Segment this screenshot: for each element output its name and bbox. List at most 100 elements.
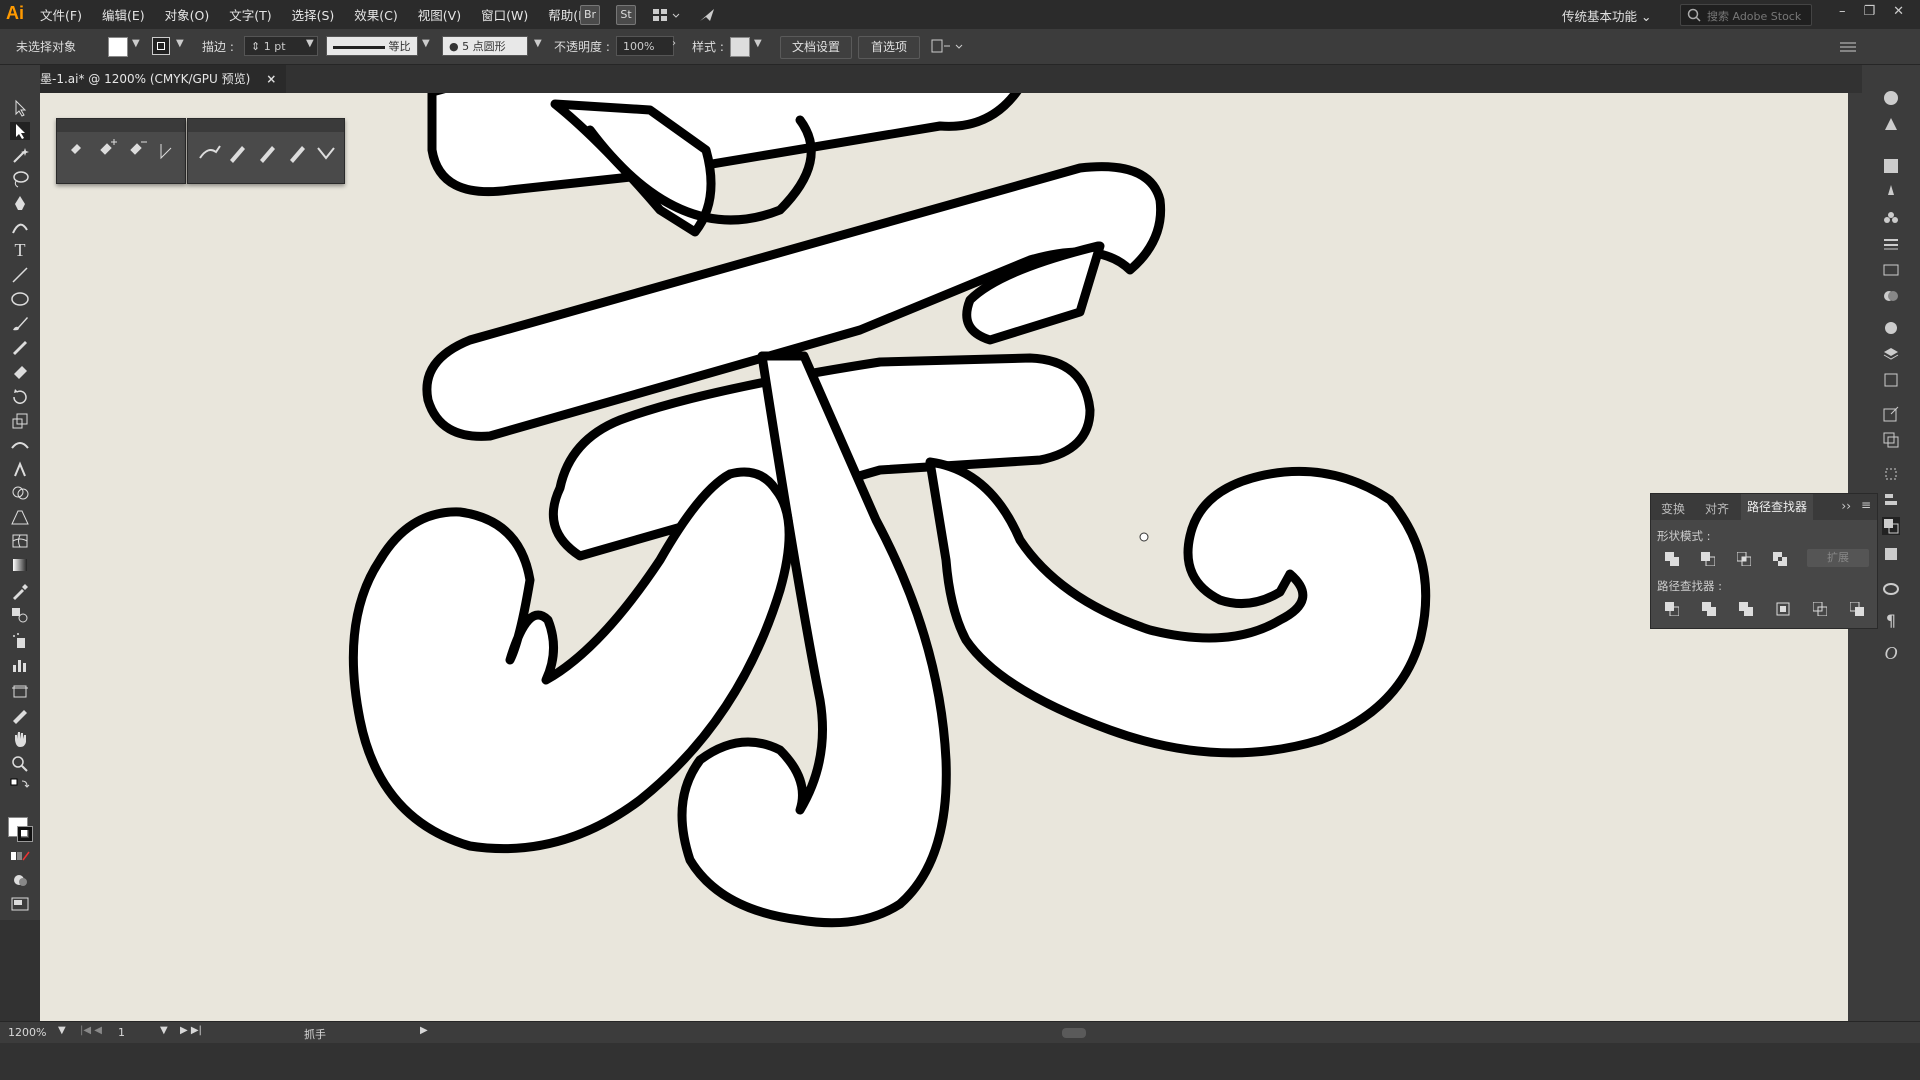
transform-icon[interactable]: [1882, 465, 1900, 483]
rotate-tool-icon[interactable]: [10, 388, 30, 406]
gradient-panel-icon[interactable]: [1882, 261, 1900, 279]
chevron-down-icon[interactable]: ▼: [306, 38, 314, 49]
symbol-sprayer-icon[interactable]: [10, 632, 30, 650]
links-icon[interactable]: [1882, 431, 1900, 449]
align-icon[interactable]: [1882, 491, 1900, 509]
workspace-switcher[interactable]: 传统基本功能 ⌄: [1562, 6, 1651, 25]
close-button[interactable]: ✕: [1893, 4, 1904, 19]
chevron-down-icon[interactable]: ▼: [534, 38, 542, 49]
outline-icon[interactable]: [1813, 602, 1827, 616]
next-artboard-icon[interactable]: ▶ ▶|: [180, 1025, 202, 1036]
status-menu-icon[interactable]: ▶: [420, 1025, 428, 1036]
flyout-header[interactable]: [188, 119, 344, 132]
menu-effect[interactable]: 效果(C): [354, 5, 397, 24]
first-artboard-icon[interactable]: |◀ ◀: [80, 1025, 102, 1036]
panel-menu-icon[interactable]: [1836, 38, 1860, 56]
expand-button[interactable]: 扩展: [1807, 549, 1869, 567]
slice-tool-icon[interactable]: [10, 706, 30, 724]
stroke-panel-icon[interactable]: [1882, 235, 1900, 253]
collapse-panel-icon[interactable]: ››: [1841, 499, 1851, 513]
arrange-icon[interactable]: [930, 38, 966, 56]
direct-selection-tool-icon[interactable]: [10, 122, 30, 140]
appearance-icon[interactable]: [1882, 319, 1900, 337]
menu-window[interactable]: 窗口(W): [481, 5, 528, 24]
tab-transform[interactable]: 变换: [1661, 500, 1685, 517]
layers-icon[interactable]: [1882, 345, 1900, 363]
transparency-icon[interactable]: [1882, 287, 1900, 305]
brush-definition[interactable]: ● 5 点圆形: [442, 36, 528, 56]
gpu-rocket-icon[interactable]: [696, 6, 718, 24]
opacity-field[interactable]: 100%: [616, 36, 674, 56]
type-tool-icon[interactable]: T: [10, 240, 30, 260]
swatches-icon[interactable]: [1882, 157, 1900, 175]
exclude-icon[interactable]: [1773, 552, 1787, 566]
minimize-button[interactable]: –: [1839, 4, 1846, 19]
chevron-down-icon[interactable]: ▼: [422, 38, 430, 49]
stepper-icon[interactable]: ⇕: [251, 40, 264, 53]
minus-front-icon[interactable]: [1701, 552, 1715, 566]
width-tool-icon[interactable]: [10, 436, 30, 454]
chevron-down-icon[interactable]: ▼: [176, 38, 184, 49]
default-colors-icon[interactable]: [10, 778, 30, 792]
properties-icon[interactable]: [1882, 115, 1900, 133]
trim-icon[interactable]: [1702, 602, 1716, 616]
screen-mode-icon[interactable]: [10, 895, 30, 913]
zoom-level[interactable]: 1200%: [8, 1026, 46, 1039]
tab-pathfinder[interactable]: 路径查找器: [1741, 494, 1814, 520]
export-icon[interactable]: [1882, 405, 1900, 423]
drawing-modes-icon[interactable]: [10, 871, 30, 889]
divide-icon[interactable]: [1665, 602, 1679, 616]
shaper-tool-icon[interactable]: [10, 338, 30, 356]
panel-menu-icon[interactable]: ≡: [1861, 498, 1871, 512]
paragraph-icon[interactable]: ¶: [1882, 611, 1900, 630]
mesh-tool-icon[interactable]: [10, 532, 30, 550]
scale-tool-icon[interactable]: [10, 412, 30, 430]
chevron-down-icon[interactable]: ▼: [58, 1025, 66, 1036]
chevron-down-icon[interactable]: ▼: [132, 38, 140, 49]
variable-width-profile[interactable]: 等比: [326, 36, 418, 56]
zoom-tool-icon[interactable]: [10, 754, 30, 772]
brushes-icon[interactable]: [1882, 183, 1900, 201]
document-tab[interactable]: 墨-1.ai* @ 1200% (CMYK/GPU 预览) ×: [40, 65, 287, 93]
flyout-header[interactable]: [57, 119, 185, 132]
symbols-icon[interactable]: [1882, 209, 1900, 227]
intersect-icon[interactable]: [1737, 552, 1751, 566]
menu-file[interactable]: 文件(F): [40, 5, 82, 24]
restore-button[interactable]: ❐: [1863, 4, 1875, 19]
artboards-icon[interactable]: [1882, 371, 1900, 389]
pathfinder-icon[interactable]: [1882, 517, 1900, 535]
column-graph-icon[interactable]: [10, 656, 30, 674]
ellipse-tool-icon[interactable]: [10, 290, 30, 308]
close-tab-icon[interactable]: ×: [266, 65, 276, 93]
curvature-tool-icon[interactable]: [10, 218, 30, 236]
preferences-button[interactable]: 首选项: [858, 36, 920, 59]
stroke-swatch[interactable]: [152, 37, 170, 55]
shape-builder-icon[interactable]: [10, 484, 30, 502]
creative-cloud-icon[interactable]: [1882, 579, 1900, 597]
stock-search-input[interactable]: 搜索 Adobe Stock: [1680, 4, 1812, 26]
artboard-tool-icon[interactable]: [10, 682, 30, 700]
pen-tool-icon[interactable]: [10, 194, 30, 212]
libraries-icon[interactable]: [1882, 89, 1900, 107]
crop-icon[interactable]: [1776, 602, 1790, 616]
chevron-down-icon[interactable]: ▼: [754, 38, 762, 49]
stock-button[interactable]: St: [616, 5, 636, 25]
line-tool-icon[interactable]: [10, 266, 30, 284]
puppet-warp-icon[interactable]: [10, 460, 30, 478]
menu-edit[interactable]: 编辑(E): [102, 5, 145, 24]
horizontal-scrollbar[interactable]: [440, 1027, 1840, 1039]
lasso-icon[interactable]: [10, 170, 30, 188]
gradient-tool-icon[interactable]: [10, 556, 30, 574]
paintbrush-icon[interactable]: [10, 314, 30, 332]
color-mode-icons[interactable]: [10, 849, 30, 863]
menu-object[interactable]: 对象(O): [165, 5, 210, 24]
tab-align[interactable]: 对齐: [1705, 500, 1729, 517]
hand-tool-icon[interactable]: [10, 730, 30, 748]
chevron-right-icon[interactable]: ›: [672, 38, 676, 49]
graphic-style-swatch[interactable]: [730, 37, 750, 57]
minus-back-icon[interactable]: [1850, 602, 1864, 616]
artboard-canvas[interactable]: [40, 93, 1862, 1021]
arrange-documents-icon[interactable]: [652, 6, 682, 24]
chevron-down-icon[interactable]: ▼: [160, 1025, 168, 1036]
document-setup-button[interactable]: 文档设置: [780, 36, 852, 59]
